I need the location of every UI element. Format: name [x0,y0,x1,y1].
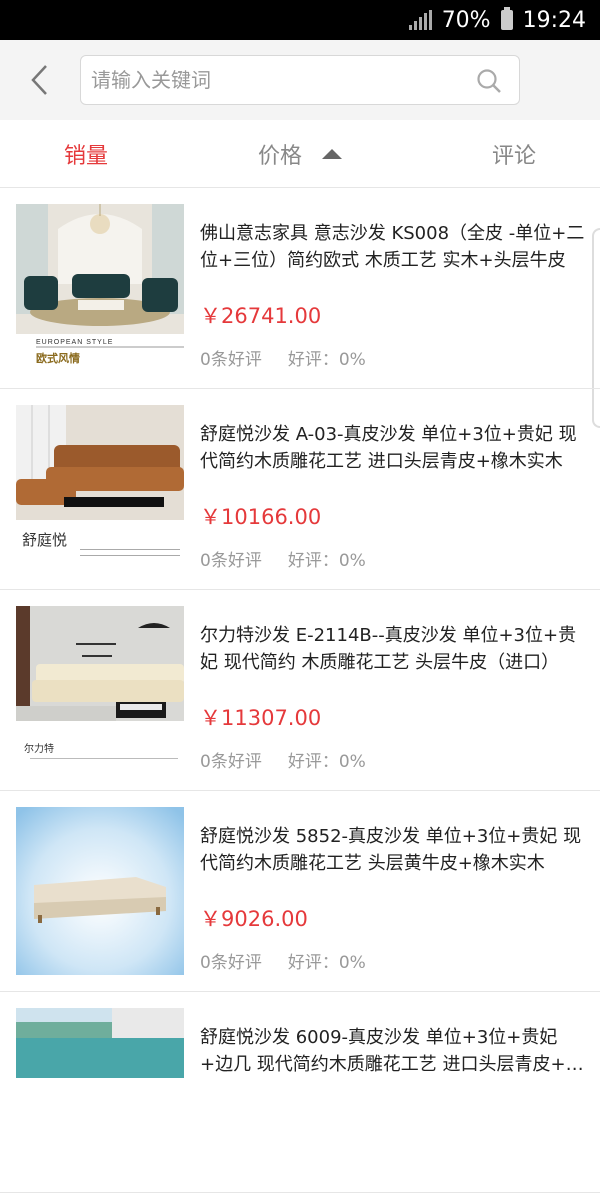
review-count: 0条好评 [200,752,262,772]
product-price: ￥26741.00 [200,304,322,328]
product-item[interactable]: 尔力特 尔力特沙发 E-2114B--真皮沙发 单位+3位+贵妃 现代简约 木质… [0,590,600,791]
clock: 19:24 [522,7,586,33]
product-title: 尔力特沙发 E-2114B--真皮沙发 单位+3位+贵妃 现代简约 木质雕花工艺… [200,625,577,673]
product-image [16,1008,184,1176]
product-title: 舒庭悦沙发 A-03-真皮沙发 单位+3位+贵妃 现代简约木质雕花工艺 进口头层… [200,424,577,472]
positive-rate: 好评：0% [287,551,366,571]
image-subcaption: 欧式风情 [36,352,80,365]
product-meta: 0条好评 好评：0% [200,747,366,772]
caption-line [80,555,180,556]
sort-tab-label: 销量 [64,143,109,169]
product-image [16,807,184,975]
positive-rate: 好评：0% [287,752,366,772]
positive-rate: 好评：0% [287,350,366,370]
product-title: 舒庭悦沙发 6009-真皮沙发 单位+3位+贵妃+边几 现代简约木质雕花工艺 进… [200,1027,584,1075]
product-item[interactable]: EUROPEAN STYLE 欧式风情 佛山意志家具 意志沙发 KS008（全皮… [0,188,600,389]
caption-line [80,549,180,550]
search-input[interactable] [91,56,461,104]
chevron-left-icon [31,65,47,95]
product-item[interactable]: 舒庭悦 舒庭悦沙发 A-03-真皮沙发 单位+3位+贵妃 现代简约木质雕花工艺 … [0,389,600,590]
sort-tab-label: 价格 [257,143,302,169]
product-meta: 0条好评 好评：0% [200,546,366,571]
battery-percent: 70% [441,7,491,33]
product-item[interactable]: 舒庭悦沙发 6009-真皮沙发 单位+3位+贵妃+边几 现代简约木质雕花工艺 进… [0,992,600,1193]
product-image: 舒庭悦 [16,405,184,573]
product-meta: 0条好评 好评：0% [200,345,366,370]
product-item[interactable]: 舒庭悦沙发 5852-真皮沙发 单位+3位+贵妃 现代简约木质雕花工艺 头层黄牛… [0,791,600,992]
image-caption: 尔力特 [24,744,54,755]
product-title: 佛山意志家具 意志沙发 KS008（全皮 -单位+二位+三位）简约欧式 木质工艺… [200,223,585,271]
sort-tab-label: 评论 [491,143,536,169]
review-count: 0条好评 [200,953,262,973]
sort-bar: 销量 价格 评论 [0,120,600,188]
search-box[interactable] [80,55,520,105]
positive-rate: 好评：0% [287,953,366,973]
search-header [0,40,600,120]
search-icon[interactable] [475,67,503,95]
sort-tab-reviews[interactable]: 评论 [379,120,600,187]
product-image: EUROPEAN STYLE 欧式风情 [16,204,184,372]
product-price: ￥10166.00 [200,505,322,529]
product-list: EUROPEAN STYLE 欧式风情 佛山意志家具 意志沙发 KS008（全皮… [0,188,600,1193]
sort-tab-price[interactable]: 价格 [221,120,378,187]
signal-icon [408,10,432,30]
product-price: ￥9026.00 [200,907,308,931]
review-count: 0条好评 [200,551,262,571]
product-meta: 0条好评 好评：0% [200,948,366,973]
product-title: 舒庭悦沙发 5852-真皮沙发 单位+3位+贵妃 现代简约木质雕花工艺 头层黄牛… [200,826,582,874]
sort-tab-sales[interactable]: 销量 [0,120,221,187]
battery-icon [500,7,513,30]
sort-arrow-up-icon [322,148,342,159]
back-button[interactable] [28,62,52,98]
review-count: 0条好评 [200,350,262,370]
product-image: 尔力特 [16,606,184,774]
product-price: ￥11307.00 [200,706,322,730]
caption-line [30,758,178,759]
image-caption: EUROPEAN STYLE [36,339,114,346]
image-caption: 舒庭悦 [22,531,68,549]
status-bar: 70% 19:24 [0,0,600,40]
